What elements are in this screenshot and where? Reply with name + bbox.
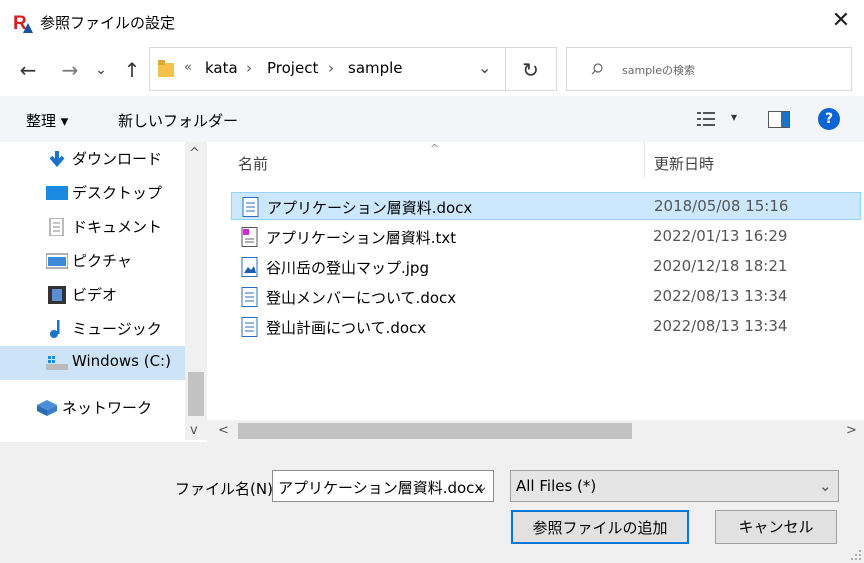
file-name: アプリケーション層資料.docx bbox=[267, 199, 473, 217]
document-icon bbox=[49, 218, 64, 236]
view-list-icon[interactable] bbox=[697, 111, 717, 127]
file-row[interactable]: 谷川岳の登山マップ.jpg 2020/12/18 18:21 bbox=[231, 253, 861, 281]
breadcrumb-project[interactable]: Project bbox=[267, 59, 318, 77]
cancel-button[interactable]: キャンセル bbox=[715, 510, 837, 544]
help-icon[interactable]: ? bbox=[818, 108, 840, 130]
sort-indicator-icon: ^ bbox=[430, 142, 440, 155]
file-name: 谷川岳の登山マップ.jpg bbox=[266, 259, 429, 277]
docx-file-icon bbox=[242, 197, 259, 217]
docx-file-icon bbox=[241, 317, 258, 337]
sidebar-item-desktop[interactable]: デスクトップ bbox=[0, 176, 185, 210]
file-row[interactable]: アプリケーション層資料.docx 2018/05/08 15:16 bbox=[231, 192, 861, 220]
column-divider[interactable] bbox=[644, 142, 645, 178]
sidebar-scroll-thumb[interactable] bbox=[188, 372, 204, 416]
sidebar-item-downloads[interactable]: ダウンロード bbox=[0, 142, 185, 176]
add-reference-file-button[interactable]: 参照ファイルの追加 bbox=[511, 510, 689, 544]
file-date: 2018/05/08 15:16 bbox=[654, 197, 789, 215]
file-name: 登山メンバーについて.docx bbox=[266, 289, 457, 307]
video-icon bbox=[48, 286, 66, 304]
txt-file-icon bbox=[241, 227, 258, 247]
new-folder-button[interactable]: 新しいフォルダー bbox=[118, 110, 238, 131]
up-folder-button[interactable]: ↑ bbox=[118, 56, 146, 84]
file-row[interactable]: 登山メンバーについて.docx 2022/08/13 13:34 bbox=[231, 283, 861, 311]
scroll-up-icon[interactable]: ^ bbox=[189, 146, 200, 161]
breadcrumb-overflow[interactable]: « bbox=[184, 60, 192, 75]
breadcrumb-separator[interactable]: › bbox=[246, 59, 252, 77]
refresh-button[interactable]: ↻ bbox=[505, 47, 557, 91]
file-name: アプリケーション層資料.txt bbox=[266, 229, 457, 247]
column-header-date[interactable]: 更新日時 bbox=[654, 153, 714, 174]
network-icon bbox=[37, 400, 57, 416]
sidebar-item-label: デスクトップ bbox=[72, 184, 163, 202]
search-placeholder: sampleの検索 bbox=[622, 64, 695, 77]
breadcrumb-kata[interactable]: kata bbox=[205, 59, 238, 77]
recent-locations-chevron-icon[interactable]: ⌄ bbox=[90, 56, 112, 84]
sidebar-item-music[interactable]: ミュージック bbox=[0, 312, 185, 346]
file-date: 2020/12/18 18:21 bbox=[653, 257, 788, 275]
sidebar-item-pictures[interactable]: ピクチャ bbox=[0, 244, 185, 278]
filename-combobox[interactable]: アプリケーション層資料.docx ⌄ bbox=[272, 470, 494, 502]
folder-icon bbox=[158, 60, 174, 77]
address-bar[interactable]: « kata › Project › sample ⌄ bbox=[149, 47, 506, 91]
docx-file-icon bbox=[241, 287, 258, 307]
search-icon bbox=[591, 63, 603, 75]
filename-label: ファイル名(N): bbox=[175, 480, 278, 498]
download-arrow-icon bbox=[49, 151, 65, 168]
picture-icon bbox=[46, 253, 68, 269]
sidebar-item-network[interactable]: ネットワーク bbox=[0, 391, 185, 425]
desktop-icon bbox=[46, 186, 68, 200]
sidebar-item-label: ドキュメント bbox=[72, 218, 163, 236]
app-logo-icon: R bbox=[11, 11, 33, 33]
close-icon[interactable]: ✕ bbox=[826, 6, 856, 36]
window-title: 参照ファイルの設定 bbox=[40, 14, 176, 32]
column-header-name[interactable]: 名前 bbox=[238, 153, 268, 174]
chevron-down-icon[interactable]: ⌄ bbox=[819, 477, 832, 495]
file-row[interactable]: アプリケーション層資料.txt 2022/01/13 16:29 bbox=[231, 223, 861, 251]
sidebar-item-windows-c[interactable]: Windows (C:) bbox=[0, 346, 185, 380]
sidebar-item-label: Windows (C:) bbox=[72, 352, 171, 370]
breadcrumb-sample[interactable]: sample bbox=[348, 59, 403, 77]
filetype-value: All Files (*) bbox=[516, 477, 597, 495]
organize-button[interactable]: 整理 ▾ bbox=[26, 110, 68, 131]
sidebar-item-label: ダウンロード bbox=[72, 150, 163, 168]
scroll-right-icon[interactable]: > bbox=[846, 423, 857, 438]
breadcrumb-separator[interactable]: › bbox=[328, 59, 334, 77]
sidebar-item-label: ミュージック bbox=[72, 320, 162, 338]
horizontal-scroll-thumb[interactable] bbox=[238, 423, 632, 439]
sidebar-item-label: ネットワーク bbox=[62, 399, 153, 417]
file-date: 2022/01/13 16:29 bbox=[653, 227, 788, 245]
dialog-footer bbox=[0, 442, 864, 563]
sidebar-item-label: ピクチャ bbox=[72, 252, 132, 270]
sidebar-item-videos[interactable]: ビデオ bbox=[0, 278, 185, 312]
view-options-chevron-icon[interactable]: ▾ bbox=[731, 110, 737, 124]
scroll-left-icon[interactable]: < bbox=[218, 423, 229, 438]
filename-value[interactable]: アプリケーション層資料.docx bbox=[278, 477, 483, 498]
sidebar-item-label: ビデオ bbox=[72, 286, 118, 304]
drive-icon bbox=[46, 356, 68, 370]
image-file-icon bbox=[241, 257, 258, 277]
file-date: 2022/08/13 13:34 bbox=[653, 317, 788, 335]
back-button[interactable]: ← bbox=[14, 56, 42, 84]
scroll-down-icon[interactable]: v bbox=[190, 423, 198, 438]
resize-grip-icon[interactable] bbox=[850, 549, 862, 561]
file-name: 登山計画について.docx bbox=[266, 319, 427, 337]
sidebar-item-documents[interactable]: ドキュメント bbox=[0, 210, 185, 244]
file-row[interactable]: 登山計画について.docx 2022/08/13 13:34 bbox=[231, 313, 861, 341]
chevron-down-icon[interactable]: ⌄ bbox=[476, 477, 489, 495]
search-input[interactable] bbox=[566, 47, 852, 91]
address-dropdown-icon[interactable]: ⌄ bbox=[478, 58, 491, 77]
preview-pane-icon[interactable] bbox=[768, 111, 790, 128]
filetype-select[interactable]: All Files (*) ⌄ bbox=[510, 470, 839, 502]
music-icon bbox=[50, 320, 60, 338]
forward-button[interactable]: → bbox=[56, 56, 84, 84]
file-date: 2022/08/13 13:34 bbox=[653, 287, 788, 305]
